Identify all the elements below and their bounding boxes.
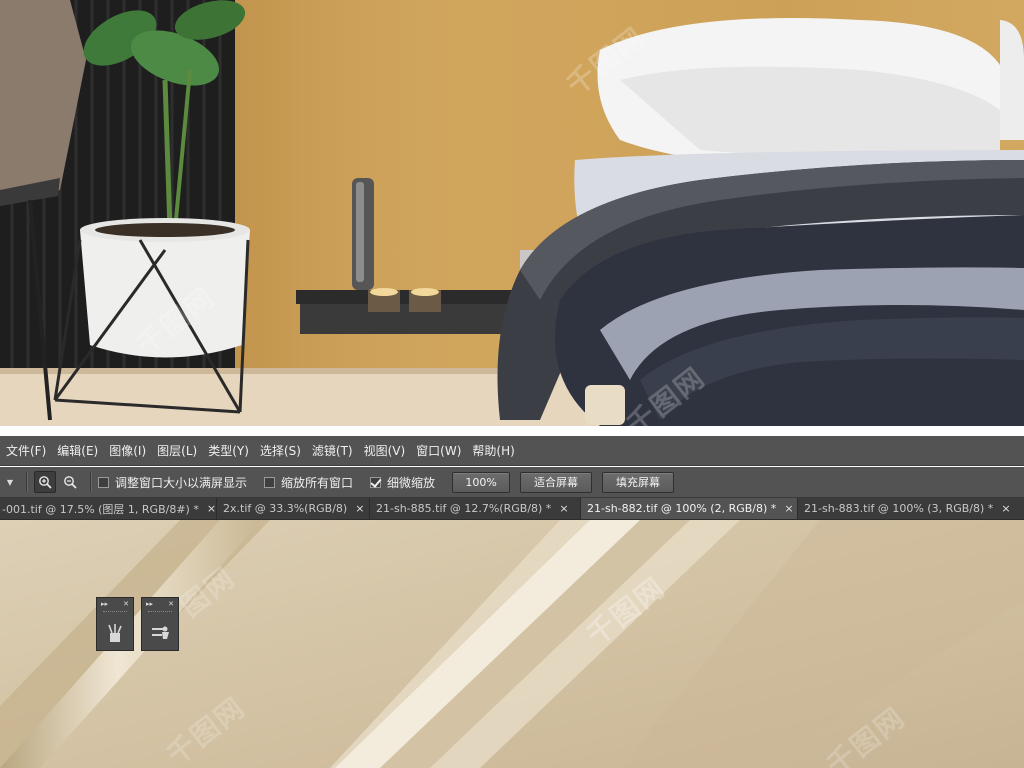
menu-filter[interactable]: 滤镜(T) bbox=[310, 442, 362, 459]
menu-select[interactable]: 选择(S) bbox=[258, 442, 310, 459]
tab-title: 21-sh-885.tif @ 12.7%(RGB/8) * bbox=[376, 502, 552, 515]
bedroom-scene bbox=[0, 0, 1024, 426]
close-icon[interactable]: × bbox=[355, 502, 364, 515]
zoom-all-windows-option[interactable]: 缩放所有窗口 bbox=[264, 474, 353, 491]
menu-bar: 文件(F) 编辑(E) 图像(I) 图层(L) 类型(Y) 选择(S) 滤镜(T… bbox=[0, 436, 1024, 466]
document-tabs: -001.tif @ 17.5% (图层 1, RGB/8#) * × 2x.t… bbox=[0, 498, 1024, 520]
tab-title: -001.tif @ 17.5% (图层 1, RGB/8#) * bbox=[2, 502, 199, 516]
menu-file[interactable]: 文件(F) bbox=[4, 442, 55, 459]
resize-windows-checkbox[interactable] bbox=[98, 476, 109, 488]
panel-header[interactable]: ▸▸ ✕ bbox=[97, 598, 133, 610]
clone-source-button[interactable] bbox=[142, 616, 178, 650]
tab-title: 21-sh-883.tif @ 100% (3, RGB/8) * bbox=[804, 502, 994, 515]
fit-screen-button[interactable]: 适合屏幕 bbox=[520, 471, 593, 493]
expand-icon[interactable]: ▸▸ bbox=[146, 600, 153, 608]
document-tab[interactable]: 21-sh-885.tif @ 12.7%(RGB/8) * × bbox=[370, 498, 581, 519]
options-bar: ▼ 调整窗口大小以满屏显示 缩放所有窗口 细微缩放 100% 适合屏幕 填充屏幕 bbox=[0, 467, 1024, 498]
zoom-all-windows-checkbox[interactable] bbox=[264, 476, 276, 488]
zoom-in-button[interactable] bbox=[34, 471, 56, 493]
scrubby-zoom-checkbox[interactable] bbox=[370, 476, 382, 488]
floating-panel-brush[interactable]: ▸▸ ✕ bbox=[96, 597, 134, 651]
menu-window[interactable]: 窗口(W) bbox=[414, 442, 470, 459]
document-tab-active[interactable]: 21-sh-882.tif @ 100% (2, RGB/8) * × bbox=[581, 498, 798, 519]
close-icon[interactable]: × bbox=[559, 502, 568, 515]
close-icon[interactable]: × bbox=[207, 502, 216, 515]
zoom-in-icon bbox=[39, 476, 52, 489]
menu-edit[interactable]: 编辑(E) bbox=[55, 442, 107, 459]
document-tab[interactable]: 2x.tif @ 33.3%(RGB/8) × bbox=[217, 498, 370, 519]
zoom-out-icon bbox=[64, 476, 77, 489]
actual-pixels-button[interactable]: 100% bbox=[452, 471, 511, 493]
divider bbox=[26, 472, 28, 492]
floating-panel-clone[interactable]: ▸▸ ✕ bbox=[141, 597, 179, 651]
document-tab[interactable]: -001.tif @ 17.5% (图层 1, RGB/8#) * × bbox=[0, 498, 217, 519]
image-gap bbox=[0, 426, 1024, 436]
menu-layer[interactable]: 图层(L) bbox=[155, 442, 206, 459]
divider bbox=[90, 472, 92, 492]
brush-presets-button[interactable] bbox=[97, 616, 133, 650]
product-photo: 千图网 千图网 千图网 bbox=[0, 0, 1024, 426]
menu-help[interactable]: 帮助(H) bbox=[470, 442, 523, 459]
panel-grip[interactable] bbox=[148, 611, 172, 615]
expand-icon[interactable]: ▸▸ bbox=[101, 600, 108, 608]
close-icon[interactable]: × bbox=[784, 502, 793, 515]
clone-source-icon bbox=[152, 626, 169, 639]
panel-header[interactable]: ▸▸ ✕ bbox=[142, 598, 178, 610]
scrubby-zoom-option[interactable]: 细微缩放 bbox=[370, 474, 435, 491]
panel-grip[interactable] bbox=[103, 611, 127, 615]
tab-title: 21-sh-882.tif @ 100% (2, RGB/8) * bbox=[587, 502, 777, 515]
close-icon[interactable]: × bbox=[1001, 502, 1010, 515]
zoom-all-windows-label: 缩放所有窗口 bbox=[281, 475, 354, 490]
tab-title: 2x.tif @ 33.3%(RGB/8) bbox=[223, 502, 348, 515]
resize-windows-option[interactable]: 调整窗口大小以满屏显示 bbox=[98, 474, 247, 491]
caret-down-icon: ▼ bbox=[6, 477, 14, 487]
menu-type[interactable]: 类型(Y) bbox=[206, 442, 258, 459]
menu-image[interactable]: 图像(I) bbox=[107, 442, 155, 459]
close-icon[interactable]: ✕ bbox=[123, 600, 129, 608]
scrubby-zoom-label: 细微缩放 bbox=[387, 475, 436, 490]
zoom-out-button[interactable] bbox=[59, 471, 81, 493]
document-tab[interactable]: 21-sh-883.tif @ 100% (3, RGB/8) * × bbox=[798, 498, 1024, 519]
menu-view[interactable]: 视图(V) bbox=[362, 442, 415, 459]
tool-preset-dropdown[interactable]: ▼ bbox=[0, 471, 20, 493]
close-icon[interactable]: ✕ bbox=[168, 600, 174, 608]
resize-windows-label: 调整窗口大小以满屏显示 bbox=[115, 475, 248, 490]
brush-presets-icon bbox=[108, 624, 122, 642]
fill-screen-button[interactable]: 填充屏幕 bbox=[602, 471, 675, 493]
